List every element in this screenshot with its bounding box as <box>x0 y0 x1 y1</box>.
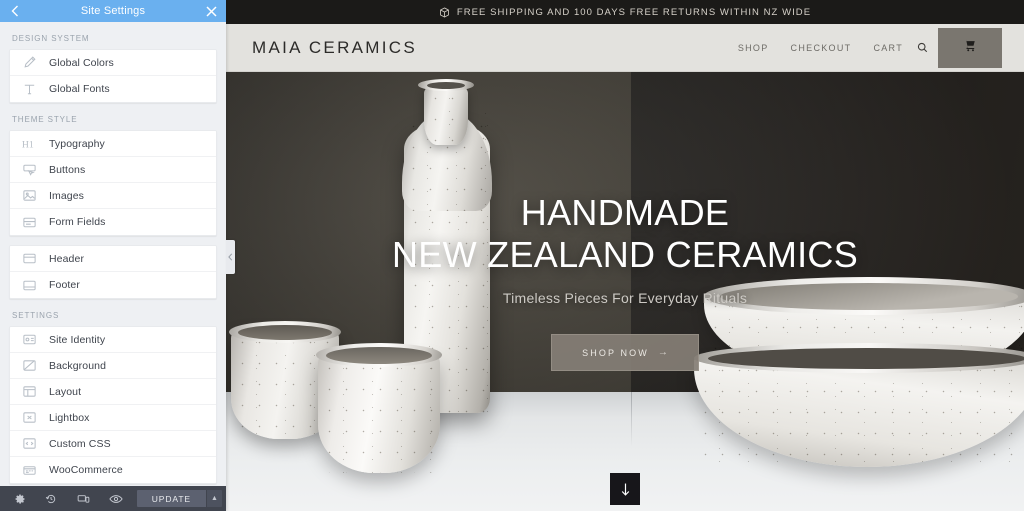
scroll-down-button[interactable] <box>610 473 640 505</box>
sidebar-item-label: Header <box>49 252 85 265</box>
sidebar-item-global-fonts[interactable]: Global Fonts <box>10 76 216 102</box>
update-button[interactable]: UPDATE <box>136 490 206 507</box>
sidebar-item-label: Layout <box>49 385 82 398</box>
lightbox-icon <box>20 409 38 427</box>
nav-link-checkout[interactable]: CHECKOUT <box>791 43 852 53</box>
update-button-group: UPDATE ▲ <box>136 490 222 507</box>
sidebar-item-label: Global Colors <box>49 56 114 69</box>
sidebar-item-form-fields[interactable]: Form Fields <box>10 209 216 235</box>
shop-now-label: SHOP NOW <box>582 347 649 358</box>
hero-subtitle: Timeless Pieces For Everyday Rituals <box>502 290 748 307</box>
sidebar-item-label: Custom CSS <box>49 437 111 450</box>
group-theme-style-b: Header Footer <box>9 245 217 299</box>
panel-title: Site Settings <box>80 5 146 17</box>
site-preview[interactable]: FREE SHIPPING AND 100 DAYS FREE RETURNS … <box>226 0 1024 511</box>
sidebar-item-global-colors[interactable]: Global Colors <box>10 50 216 76</box>
section-title-settings: SETTINGS <box>12 311 60 320</box>
group-theme-style-a: H1 Typography Buttons Images Form Fields <box>9 130 217 236</box>
announcement-text: FREE SHIPPING AND 100 DAYS FREE RETURNS … <box>456 6 812 18</box>
hero-section: HANDMADE NEW ZEALAND CERAMICS Timeless P… <box>226 72 1024 511</box>
sidebar-item-label: Global Fonts <box>49 83 110 95</box>
sidebar-item-label: Form Fields <box>49 216 106 228</box>
history-revisions-icon[interactable] <box>35 486 66 511</box>
back-button[interactable] <box>7 3 23 19</box>
sidebar-item-buttons[interactable]: Buttons <box>10 157 216 183</box>
sidebar-item-label: Site Identity <box>49 333 106 346</box>
sidebar-item-layout[interactable]: Layout <box>10 379 216 405</box>
button-click-icon <box>20 161 38 179</box>
sidebar-item-label: Lightbox <box>49 411 90 424</box>
nav-link-shop[interactable]: SHOP <box>738 43 769 53</box>
arrow-right-icon: → <box>657 347 668 359</box>
panel-header: Site Settings <box>0 0 226 22</box>
sidebar-item-label: WooCommerce <box>49 464 123 476</box>
header-layout-icon <box>20 250 38 268</box>
sidebar-item-label: Images <box>49 189 85 202</box>
main-navigation: SHOP CHECKOUT CART <box>738 43 903 53</box>
hero-title-line-1: HANDMADE <box>520 191 730 233</box>
sidebar-item-label: Footer <box>49 279 80 291</box>
section-title-design-system: DESIGN SYSTEM <box>12 34 90 43</box>
search-icon[interactable] <box>917 42 928 53</box>
site-logo[interactable]: MAIA CERAMICS <box>252 38 417 58</box>
sidebar-item-images[interactable]: Images <box>10 183 216 209</box>
sidebar-item-header[interactable]: Header <box>10 246 216 272</box>
group-design-system: Global Colors Global Fonts <box>9 49 217 103</box>
close-button[interactable] <box>203 3 219 19</box>
settings-gear-icon[interactable] <box>4 486 35 511</box>
package-box-icon <box>439 6 450 18</box>
footer-layout-icon <box>20 276 38 294</box>
shop-now-button[interactable]: SHOP NOW → <box>551 334 699 372</box>
sidebar-item-label: Background <box>49 359 107 372</box>
hero-title-line-2: NEW ZEALAND CERAMICS <box>391 234 859 275</box>
sidebar-item-label: Buttons <box>49 163 86 176</box>
code-brackets-icon <box>20 435 38 453</box>
group-settings: Site Identity Background Layout Lightbox… <box>9 326 217 484</box>
image-icon <box>20 187 38 205</box>
shopping-cart-icon <box>963 38 977 57</box>
sidebar-item-label: Typography <box>49 137 105 150</box>
sidebar-item-woocommerce[interactable]: WooCommerce <box>10 457 216 483</box>
site-settings-panel: Site Settings DESIGN SYSTEM Global Color… <box>0 0 226 511</box>
customizer-app: Site Settings DESIGN SYSTEM Global Color… <box>0 0 1024 511</box>
woocommerce-icon <box>20 461 38 479</box>
sidebar-item-lightbox[interactable]: Lightbox <box>10 405 216 431</box>
background-icon <box>20 357 38 375</box>
heading-h1-icon: H1 <box>20 135 38 153</box>
id-card-icon <box>20 331 38 349</box>
sidebar-item-site-identity[interactable]: Site Identity <box>10 327 216 353</box>
preview-eye-icon[interactable] <box>99 486 132 511</box>
sidebar-item-background[interactable]: Background <box>10 353 216 379</box>
settings-scroll-area[interactable]: DESIGN SYSTEM Global Colors Global Fonts… <box>0 22 226 486</box>
arrow-down-icon <box>620 482 631 497</box>
section-title-theme-style: THEME STYLE <box>12 115 78 124</box>
hero-copy: HANDMADE NEW ZEALAND CERAMICS Timeless P… <box>226 72 1024 511</box>
svg-text:H1: H1 <box>22 139 34 150</box>
announcement-bar: FREE SHIPPING AND 100 DAYS FREE RETURNS … <box>226 0 1024 24</box>
sidebar-item-footer[interactable]: Footer <box>10 272 216 298</box>
form-field-icon <box>20 213 38 231</box>
cart-button[interactable] <box>938 27 1002 68</box>
layout-grid-icon <box>20 383 38 401</box>
brush-icon <box>20 54 38 72</box>
text-type-icon <box>20 80 38 98</box>
sidebar-item-custom-css[interactable]: Custom CSS <box>10 431 216 457</box>
sidebar-item-typography[interactable]: H1 Typography <box>10 131 216 157</box>
site-header: MAIA CERAMICS SHOP CHECKOUT CART <box>226 24 1024 72</box>
nav-link-cart[interactable]: CART <box>873 43 903 53</box>
responsive-preview-icon[interactable] <box>67 486 99 511</box>
panel-footer-toolbar: UPDATE ▲ <box>0 486 226 511</box>
update-options-caret-icon[interactable]: ▲ <box>206 490 222 507</box>
